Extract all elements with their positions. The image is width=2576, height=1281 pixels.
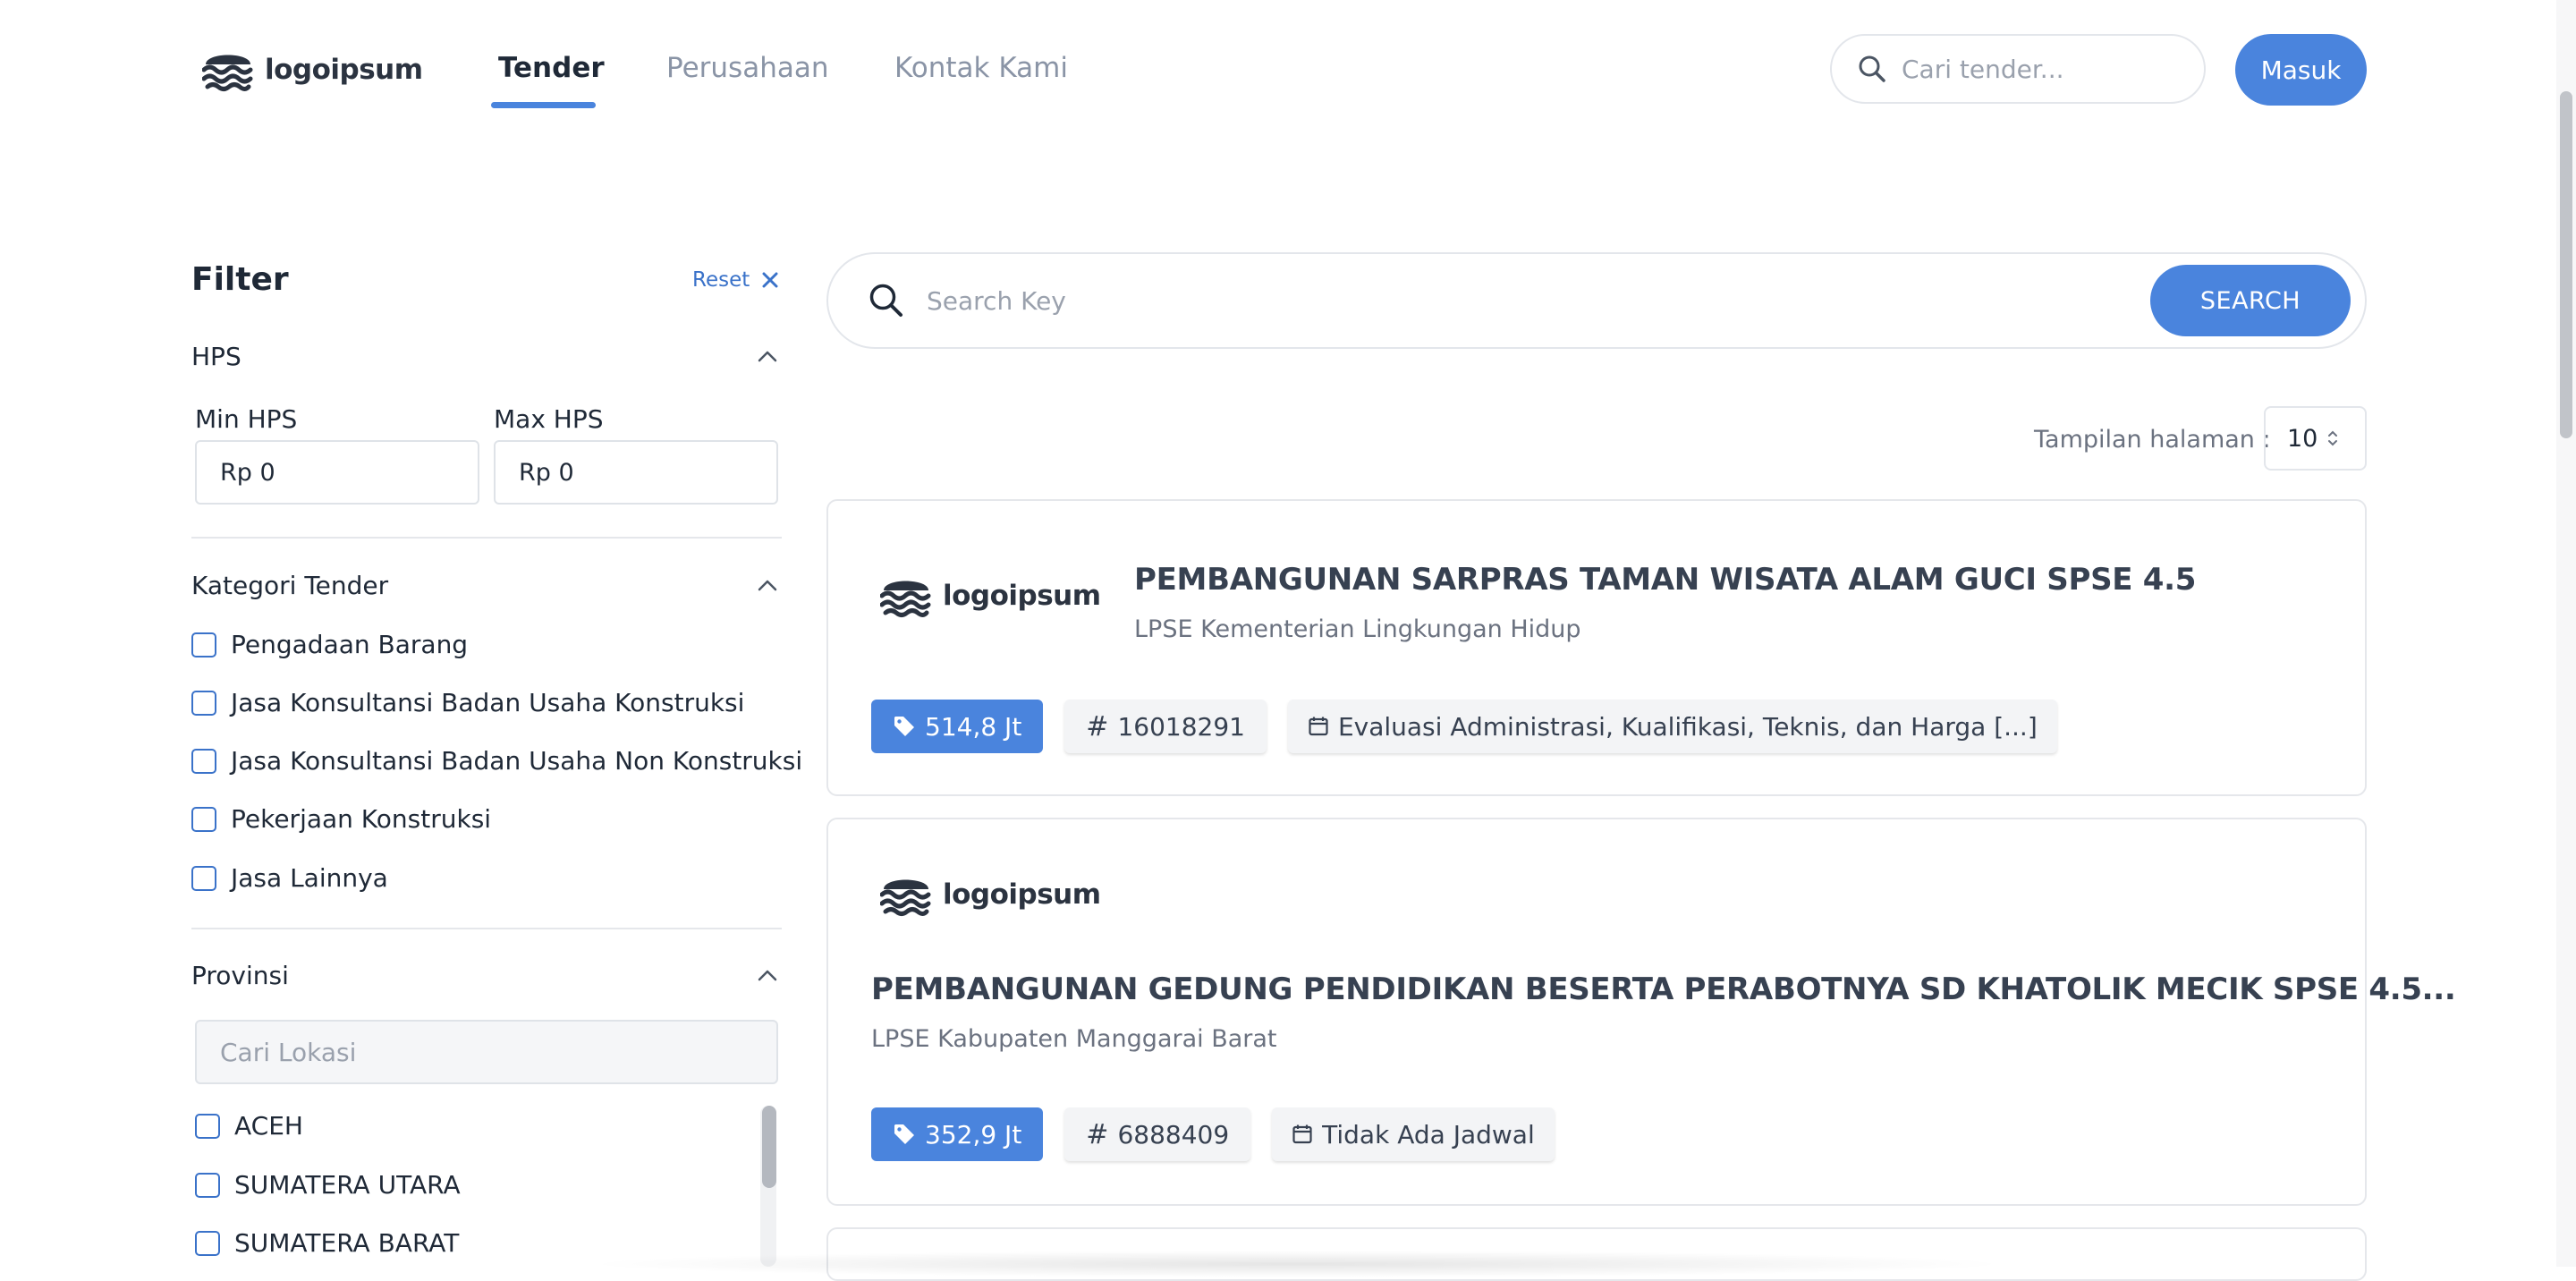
checkbox[interactable] xyxy=(191,690,216,716)
price-tag: 352,9 Jt xyxy=(871,1107,1044,1161)
hash-icon: # xyxy=(1086,710,1109,742)
tender-card[interactable]: logoipsum PEMBANGUNAN GEDUNG PENDIDIKAN … xyxy=(826,818,2456,1206)
kategori-option[interactable]: Jasa Konsultansi Badan Usaha Konstruksi xyxy=(191,688,744,717)
tender-tags: 352,9 Jt # 6888409 Tidak Ada Jadwal xyxy=(871,1107,1555,1161)
filter-title: Filter xyxy=(191,261,289,298)
bottom-shadow xyxy=(581,1251,2012,1277)
kategori-option[interactable]: Jasa Lainnya xyxy=(191,863,388,893)
card-logo: logoipsum xyxy=(880,871,1101,918)
header-search-placeholder: Cari tender... xyxy=(1902,54,2064,84)
provinsi-section-label: Provinsi xyxy=(191,961,289,990)
section-divider xyxy=(191,928,782,929)
kategori-option[interactable]: Jasa Konsultansi Badan Usaha Non Konstru… xyxy=(191,746,802,776)
search-icon xyxy=(1859,55,1885,82)
kategori-option-label: Jasa Konsultansi Badan Usaha Konstruksi xyxy=(231,688,745,717)
kategori-option-label: Pekerjaan Konstruksi xyxy=(231,804,492,834)
checkbox[interactable] xyxy=(191,748,216,774)
checkbox[interactable] xyxy=(191,865,216,891)
stage-tag: Evaluasi Administrasi, Kualifikasi, Tekn… xyxy=(1287,700,2057,753)
stage-tag: Tidak Ada Jadwal xyxy=(1272,1107,1555,1161)
main-search-bar[interactable]: Search Key SEARCH xyxy=(826,252,2367,349)
tender-card[interactable]: logoipsum PEMBANGUNAN SARPRAS TAMAN WISA… xyxy=(826,499,2367,796)
tender-code: 16018291 xyxy=(1117,711,1245,742)
close-icon xyxy=(762,272,778,288)
price-value: 352,9 Jt xyxy=(925,1119,1022,1150)
checkbox[interactable] xyxy=(195,1230,220,1256)
tender-title[interactable]: PEMBANGUNAN GEDUNG PENDIDIKAN BESERTA PE… xyxy=(871,971,2456,1007)
main-search-input[interactable]: Search Key xyxy=(927,286,2129,316)
chevron-up-icon[interactable] xyxy=(757,578,778,592)
min-hps-label: Min HPS xyxy=(195,404,298,434)
provinsi-scrollbar-thumb[interactable] xyxy=(762,1106,776,1188)
tender-agency: LPSE Kementerian Lingkungan Hidup xyxy=(1134,615,1581,643)
nav-active-indicator xyxy=(491,102,596,108)
tender-tags: 514,8 Jt # 16018291 Evaluasi Administras… xyxy=(871,700,2057,753)
page-size-label: Tampilan halaman : xyxy=(2034,426,2271,454)
hps-section-label: HPS xyxy=(191,342,242,371)
provinsi-option-label: SUMATERA UTARA xyxy=(234,1170,461,1200)
max-hps-label: Max HPS xyxy=(494,404,604,434)
provinsi-option-label: ACEH xyxy=(234,1111,303,1141)
hash-icon: # xyxy=(1086,1118,1109,1150)
kategori-option[interactable]: Pekerjaan Konstruksi xyxy=(191,804,491,834)
logo-text: logoipsum xyxy=(265,54,423,86)
search-icon xyxy=(869,284,902,317)
tender-title[interactable]: PEMBANGUNAN SARPRAS TAMAN WISATA ALAM GU… xyxy=(1134,562,2196,598)
calendar-icon xyxy=(1292,1124,1312,1144)
checkbox[interactable] xyxy=(191,632,216,657)
page-size-select[interactable]: 10 xyxy=(2264,406,2367,471)
location-search-input[interactable]: Cari Lokasi xyxy=(195,1020,778,1084)
header-search-input[interactable]: Cari tender... xyxy=(1830,34,2206,104)
search-button[interactable]: SEARCH xyxy=(2150,265,2351,336)
min-hps-input[interactable]: Rp 0 xyxy=(195,440,479,505)
code-tag: # 6888409 xyxy=(1064,1107,1251,1161)
price-value: 514,8 Jt xyxy=(925,711,1022,742)
max-hps-input[interactable]: Rp 0 xyxy=(494,440,778,505)
tag-icon xyxy=(894,1124,914,1144)
page-scrollbar-thumb[interactable] xyxy=(2560,91,2572,438)
tender-code: 6888409 xyxy=(1117,1119,1230,1150)
login-button[interactable]: Masuk xyxy=(2235,34,2367,106)
kategori-option-label: Jasa Konsultansi Badan Usaha Non Konstru… xyxy=(231,746,803,776)
nav-perusahaan[interactable]: Perusahaan xyxy=(666,52,829,84)
tag-icon xyxy=(894,717,914,736)
tender-agency: LPSE Kabupaten Manggarai Barat xyxy=(871,1025,1277,1053)
reset-filter-button[interactable]: Reset xyxy=(692,268,778,292)
nav-tender[interactable]: Tender xyxy=(498,52,605,84)
tender-stage: Evaluasi Administrasi, Kualifikasi, Tekn… xyxy=(1337,711,2038,742)
kategori-section-label: Kategori Tender xyxy=(191,571,389,600)
card-logo-text: logoipsum xyxy=(943,878,1101,911)
checkbox[interactable] xyxy=(195,1172,220,1198)
kategori-option-label: Pengadaan Barang xyxy=(231,630,469,659)
card-logo-text: logoipsum xyxy=(943,580,1101,612)
page-size-value: 10 xyxy=(2287,424,2318,453)
price-tag: 514,8 Jt xyxy=(871,700,1044,753)
chevron-up-icon[interactable] xyxy=(757,349,778,363)
provinsi-option[interactable]: SUMATERA UTARA xyxy=(195,1170,461,1200)
wave-logo-icon xyxy=(880,581,931,617)
provinsi-option[interactable]: SUMATERA BARAT xyxy=(195,1228,459,1258)
wave-logo-icon xyxy=(880,879,931,916)
chevron-up-icon[interactable] xyxy=(757,968,778,982)
checkbox[interactable] xyxy=(191,806,216,832)
provinsi-option-label: SUMATERA BARAT xyxy=(234,1228,460,1258)
card-logo: logoipsum xyxy=(880,573,1101,619)
site-logo[interactable]: logoipsum xyxy=(202,47,423,93)
kategori-option[interactable]: Pengadaan Barang xyxy=(191,630,468,659)
reset-label: Reset xyxy=(692,268,750,292)
kategori-option-label: Jasa Lainnya xyxy=(231,863,388,893)
section-divider xyxy=(191,537,782,539)
wave-logo-icon xyxy=(202,55,253,91)
calendar-icon xyxy=(1309,717,1328,736)
provinsi-option[interactable]: ACEH xyxy=(195,1111,303,1141)
code-tag: # 16018291 xyxy=(1064,700,1267,753)
nav-kontak-kami[interactable]: Kontak Kami xyxy=(894,52,1068,84)
checkbox[interactable] xyxy=(195,1113,220,1139)
tender-stage: Tidak Ada Jadwal xyxy=(1322,1119,1535,1150)
sort-chevron-icon xyxy=(2328,430,2338,446)
